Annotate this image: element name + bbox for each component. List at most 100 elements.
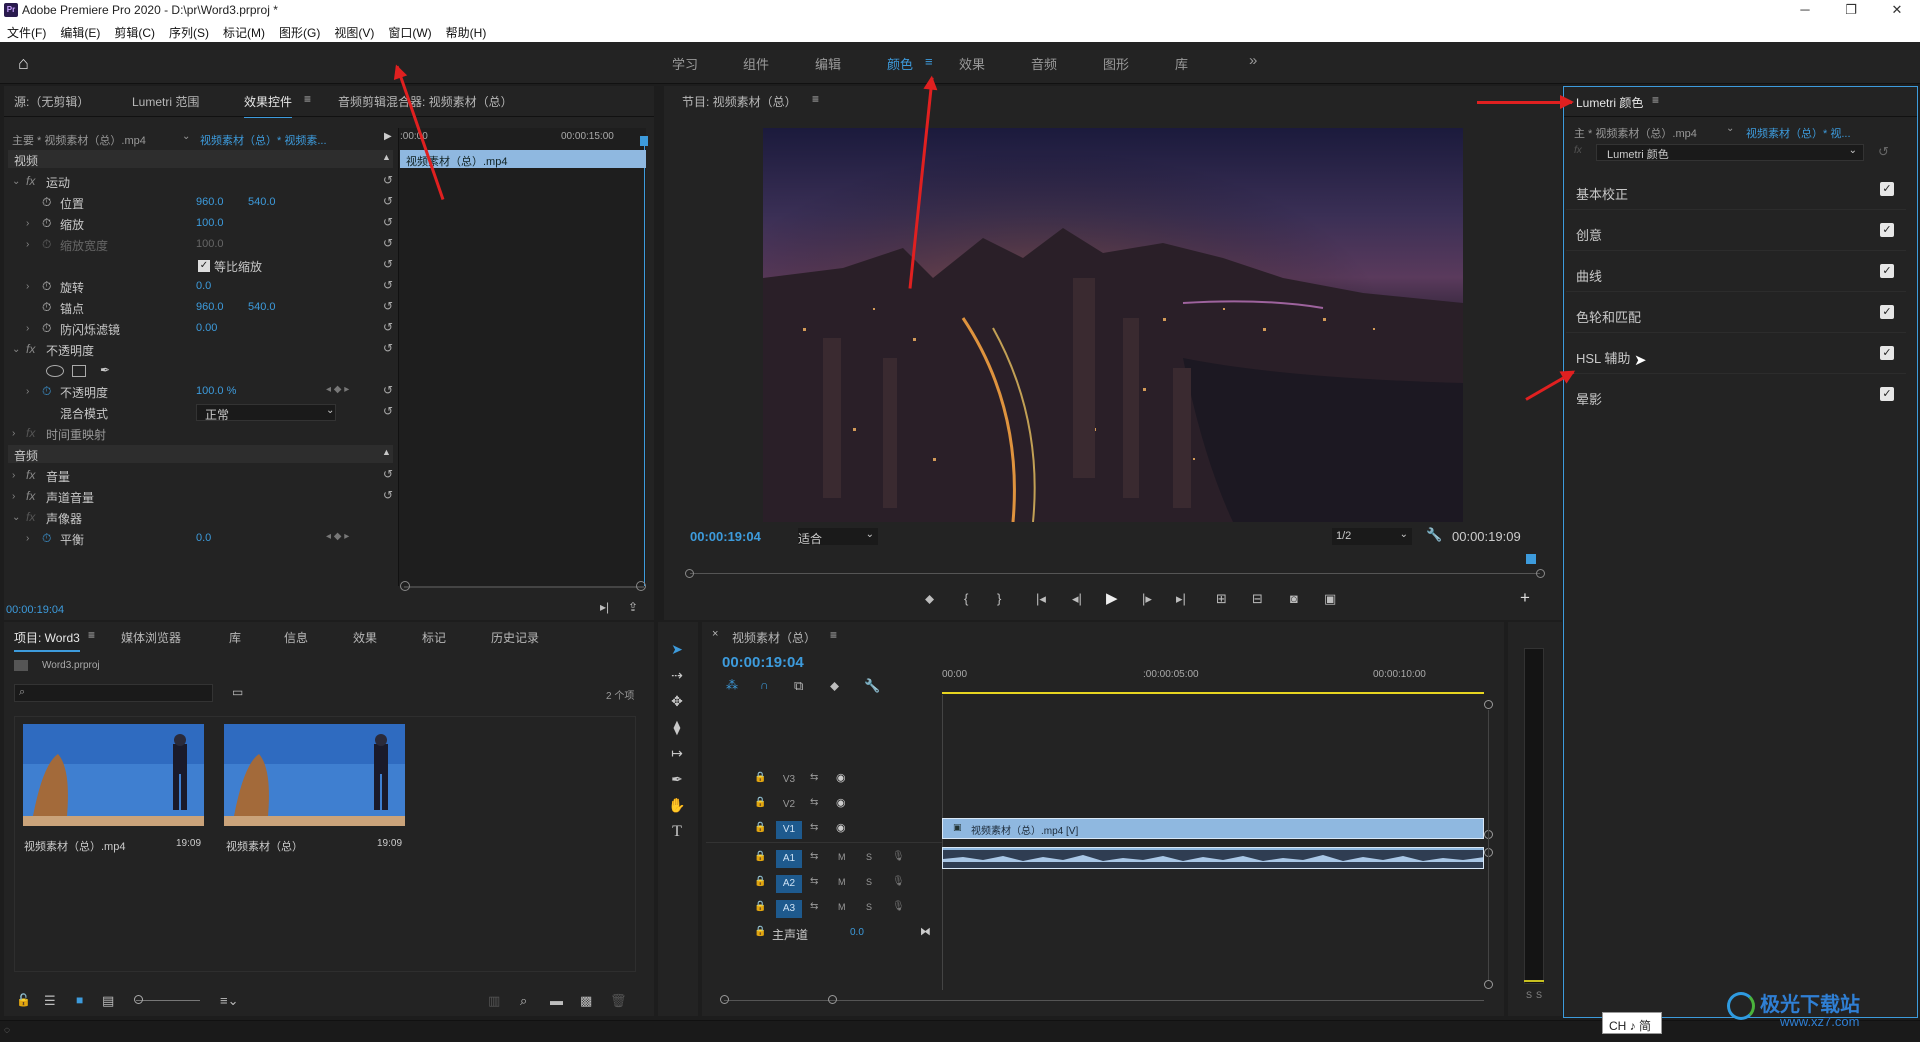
ws-tab-learn[interactable]: 学习 [672,54,698,73]
pen-mask-icon[interactable]: ✒ [100,363,110,377]
work-area-bar[interactable] [942,692,1484,694]
effect-motion[interactable]: ⌄ fx 运动 ↺ [8,171,393,192]
freeform-view-icon[interactable]: ▤ [102,993,114,1009]
close-button[interactable]: ✕ [1874,0,1920,20]
tab-lumetri-scopes[interactable]: Lumetri 范围 [132,93,199,110]
vertical-scrollbar[interactable] [1488,710,1489,980]
zoom-slider[interactable] [136,1000,200,1001]
hand-tool-icon[interactable]: ✋ [668,797,686,815]
play-triangle-icon[interactable]: ▶ [384,131,392,142]
panel-menu-icon[interactable]: ≡ [304,92,311,106]
param-anchor[interactable]: ⏱ 锚点 960.0 540.0 ↺ [8,297,393,318]
menu-edit[interactable]: 编辑(E) [53,20,107,41]
sequence-tab[interactable]: 视频素材（总） [732,629,816,646]
effect-time-remap[interactable]: › fx 时间重映射 [8,423,393,444]
extract-icon[interactable]: ⊟ [1252,591,1263,607]
panel-menu-icon[interactable]: ≡ [1652,93,1659,107]
ws-tab-graphics[interactable]: 图形 [1103,54,1129,73]
lumetri-clip-master[interactable]: 主 * 视频素材（总）.mp4 [1574,125,1697,141]
timeline-timecode[interactable]: 00:00:19:04 [722,654,804,671]
horizontal-scrollbar[interactable] [724,1000,1484,1001]
menu-file[interactable]: 文件(F) [0,20,53,41]
new-bin-icon[interactable]: ▬ [550,993,563,1008]
ws-tab-color[interactable]: 颜色 [887,54,913,73]
clip-master-label[interactable]: 主要 * 视频素材（总）.mp4 [12,132,146,148]
menu-view[interactable]: 视图(V) [327,20,381,41]
param-scale[interactable]: › ⏱ 缩放 100.0 ↺ [8,213,393,234]
menu-graphics[interactable]: 图形(G) [272,20,327,41]
settings-wrench-icon[interactable]: 🔧 [864,678,880,694]
meter-solo-label[interactable]: S [1526,990,1532,1000]
tab-effects[interactable]: 效果 [353,629,377,646]
export-icon[interactable]: ⇪ [628,600,638,614]
ripple-edit-tool-icon[interactable]: ✥ [668,693,686,711]
ws-tab-libraries[interactable]: 库 [1175,54,1188,73]
project-thumbnail[interactable] [224,724,405,826]
go-to-in-icon[interactable]: |◂ [1036,591,1046,607]
effect-panner[interactable]: ⌄ fx 声像器 [8,507,393,528]
selection-tool-icon[interactable]: ➤ [668,641,686,659]
audio-clip-a1[interactable] [942,847,1484,869]
minimize-button[interactable]: ─ [1782,0,1828,20]
go-to-out-icon[interactable]: ▸| [1176,591,1186,607]
quality-select[interactable]: 1/2 ⌄ [1332,528,1412,545]
mark-out-icon[interactable]: } [997,591,1001,606]
lift-icon[interactable]: ⊞ [1216,591,1227,607]
comparison-view-icon[interactable]: ▣ [1324,591,1336,607]
tab-media-browser[interactable]: 媒体浏览器 [121,629,181,646]
program-scrubber[interactable] [690,573,1540,574]
type-tool-icon[interactable]: T [668,823,686,841]
video-clip-v1[interactable]: ▣ 视频素材（总）.mp4 [V] [942,818,1484,839]
meter-solo-label[interactable]: S [1536,990,1542,1000]
lumetri-effect-select[interactable]: Lumetri 颜色 ⌄ [1596,144,1864,161]
automate-icon[interactable]: ▥ [488,993,500,1009]
lumetri-curves[interactable]: 曲线 ✓ [1566,252,1906,292]
reset-icon[interactable]: ↺ [1878,144,1889,160]
ws-tab-editing[interactable]: 编辑 [815,54,841,73]
new-item-icon[interactable]: ▩ [580,993,592,1009]
scroll-handle-left[interactable] [400,581,410,591]
lumetri-color-wheels[interactable]: 色轮和匹配 ✓ [1566,293,1906,333]
param-opacity[interactable]: › ⏱ 不透明度 100.0 % ◂ ◆ ▸ ↺ [8,381,393,402]
lumetri-title[interactable]: Lumetri 颜色 [1576,94,1643,111]
tab-libraries[interactable]: 库 [229,629,241,646]
lumetri-hsl-secondary[interactable]: HSL 辅助 ✓ [1566,334,1906,374]
sort-icon[interactable]: ≡⌄ [220,993,238,1009]
tab-project[interactable]: 项目: Word3 [14,629,80,652]
panel-menu-icon[interactable]: ≡ [830,628,837,642]
program-playhead-icon[interactable] [1526,554,1536,564]
tab-audio-clip-mixer[interactable]: 音频剪辑混合器: 视频素材（总） [338,93,513,110]
track-header-a1[interactable]: 🔒 A1 ⇆ M S 🎙 [706,846,941,871]
menu-markers[interactable]: 标记(M) [216,20,272,41]
track-header-v1[interactable]: 🔒 V1 ⇆ ◉ [706,817,941,842]
add-marker-icon[interactable]: ⬥ [830,678,839,694]
fit-select[interactable]: 适合 ⌄ [798,528,878,546]
more-workspaces-icon[interactable]: » [1249,52,1257,69]
track-header-a3[interactable]: 🔒 A3 ⇆ M S 🎙 [706,896,941,921]
tab-info[interactable]: 信息 [284,629,308,646]
ec-timecode[interactable]: 00:00:19:04 [6,604,64,616]
param-uniform-scale[interactable]: ✓ 等比缩放 ↺ [8,255,393,276]
panel-menu-icon[interactable]: ≡ [88,628,95,642]
lumetri-vignette[interactable]: 晕影 ✓ [1566,375,1906,415]
step-back-icon[interactable]: ◂| [1072,591,1082,607]
razor-tool-icon[interactable]: ⧫ [668,719,686,737]
effect-volume[interactable]: › fx 音量 ↺ [8,465,393,486]
panel-menu-icon[interactable]: ≡ [812,92,819,106]
add-marker-icon[interactable]: ⬥ [925,591,934,607]
param-anti-flicker[interactable]: › ⏱ 防闪烁滤镜 0.00 ↺ [8,318,393,339]
list-view-icon[interactable]: ☰ [44,993,56,1009]
wrench-icon[interactable]: 🔧 [1426,527,1442,543]
ws-tab-audio[interactable]: 音频 [1031,54,1057,73]
track-header-master[interactable]: 🔒 主声道 0.0 ⧓ [706,921,941,946]
menu-sequence[interactable]: 序列(S) [162,20,216,41]
mark-in-icon[interactable]: { [964,591,968,606]
playhead-marker-icon[interactable] [640,136,648,146]
track-select-tool-icon[interactable]: ⇢ [668,667,686,685]
ws-menu-icon[interactable]: ≡ [925,54,933,69]
pen-tool-icon[interactable]: ✒ [668,771,686,789]
tab-history[interactable]: 历史记录 [491,629,539,646]
lock-icon[interactable]: 🔓 [16,993,31,1007]
effect-opacity[interactable]: ⌄ fx 不透明度 ↺ [8,339,393,360]
step-forward-icon[interactable]: |▸ [1142,591,1152,607]
